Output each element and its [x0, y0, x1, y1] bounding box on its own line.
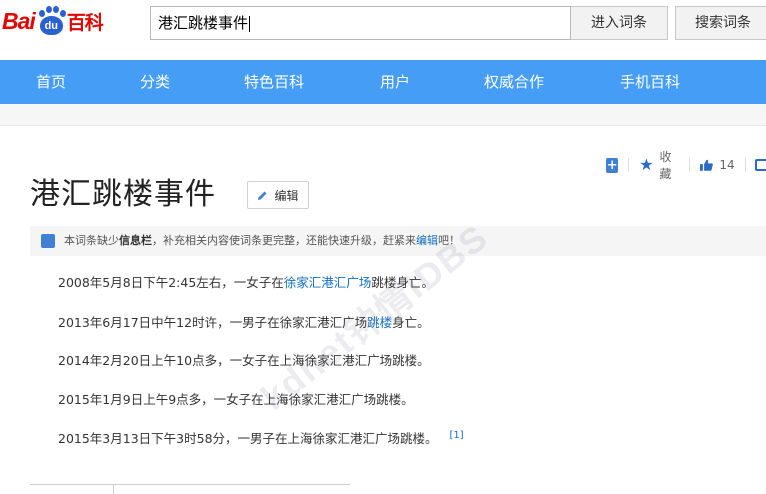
entry-tools: + ★ 收藏 14: [606, 150, 766, 181]
paragraph: 2008年5月8日下午2:45左右，一女子在徐家汇港汇广场跳楼身亡。: [58, 272, 434, 291]
main-nav: 首页 分类 特色百科 用户 权威合作 手机百科: [0, 60, 766, 104]
text-caret: [249, 15, 251, 32]
logo-du-text: du: [39, 16, 63, 35]
paragraph-text: 2013年6月17日中午12时许，一男子在徐家汇港汇广场: [58, 315, 368, 330]
reference-link[interactable]: [1]: [450, 430, 464, 441]
paragraph: 2013年6月17日中午12时许，一男子在徐家汇港汇广场跳楼身亡。: [58, 312, 430, 331]
star-icon[interactable]: ★: [639, 157, 653, 173]
collect-label[interactable]: 收藏: [660, 148, 680, 182]
paragraph-text: 2014年2月20日上午10点多，一女子在上海徐家汇港汇广场跳楼。: [58, 353, 430, 368]
notice-edit-link[interactable]: 编辑: [416, 234, 438, 247]
baidu-baike-logo[interactable]: Bai du 百科: [2, 4, 104, 38]
divider: [113, 484, 114, 494]
search-input-value: 港汇跳楼事件: [158, 14, 249, 32]
notice-post: 吧！: [438, 234, 460, 247]
logo-baike-text: 百科: [66, 11, 104, 34]
paragraph: 2014年2月20日上午10点多，一女子在上海徐家汇港汇广场跳楼。: [58, 350, 430, 369]
notice-mid: ，补充相关内容使词条更完整，还能快速升级，赶紧来: [152, 234, 416, 247]
search-input[interactable]: 港汇跳楼事件: [150, 6, 571, 40]
paragraph-text: 2008年5月8日下午2:45左右，一女子在: [58, 275, 284, 290]
nav-item-category[interactable]: 分类: [140, 60, 170, 104]
share-icon[interactable]: [755, 159, 766, 171]
nav-item-home[interactable]: 首页: [36, 60, 66, 104]
nav-item-mobile[interactable]: 手机百科: [620, 60, 680, 104]
search-entry-button[interactable]: 搜索词条: [675, 6, 766, 40]
pencil-icon: [258, 191, 267, 200]
notice-bold: 信息栏: [119, 234, 152, 247]
nav-item-users[interactable]: 用户: [380, 60, 410, 104]
paragraph-link[interactable]: 跳楼: [367, 315, 392, 330]
edit-button[interactable]: 编辑: [247, 181, 309, 209]
paw-icon: du: [36, 6, 66, 36]
paragraph-text: 2015年1月9日上午9点多，一女子在上海徐家汇港汇广场跳楼。: [58, 392, 414, 407]
thumbs-up-icon[interactable]: [700, 158, 714, 172]
paragraph: 2015年3月13日下午3时58分，一男子在上海徐家汇港汇广场跳楼。 [1]: [58, 428, 464, 447]
likes-count: 14: [719, 158, 735, 172]
divider: [30, 484, 350, 485]
paragraph-text: 2015年3月13日下午3时58分，一男子在上海徐家汇港汇广场跳楼。: [58, 431, 438, 446]
logo-bai-text: Bai: [2, 7, 36, 34]
header: Bai du 百科 港汇跳楼事件 进入词条 搜索词条: [0, 0, 766, 60]
edit-button-label: 编辑: [274, 188, 299, 203]
notice-pre: 本词条缺少: [64, 234, 119, 247]
paragraph-link[interactable]: 徐家汇港汇广场: [284, 275, 372, 290]
add-icon[interactable]: +: [606, 157, 619, 173]
paragraph-text: 身亡。: [392, 315, 430, 330]
top-band: [0, 104, 766, 126]
nav-item-featured[interactable]: 特色百科: [244, 60, 304, 104]
page-title: 港汇跳楼事件: [30, 177, 216, 212]
enter-entry-button[interactable]: 进入词条: [571, 6, 668, 40]
edit-notice-icon: [41, 234, 55, 248]
nav-item-partners[interactable]: 权威合作: [484, 60, 544, 104]
paragraph: 2015年1月9日上午9点多，一女子在上海徐家汇港汇广场跳楼。: [58, 389, 414, 408]
main-content: + ★ 收藏 14 港汇跳楼事件 编辑 本词条缺少信息栏，补充相关内容使词条更完…: [0, 104, 766, 494]
paragraph-text: 跳楼身亡。: [371, 275, 434, 290]
info-notice: 本词条缺少信息栏，补充相关内容使词条更完整，还能快速升级，赶紧来编辑吧！: [30, 226, 766, 256]
